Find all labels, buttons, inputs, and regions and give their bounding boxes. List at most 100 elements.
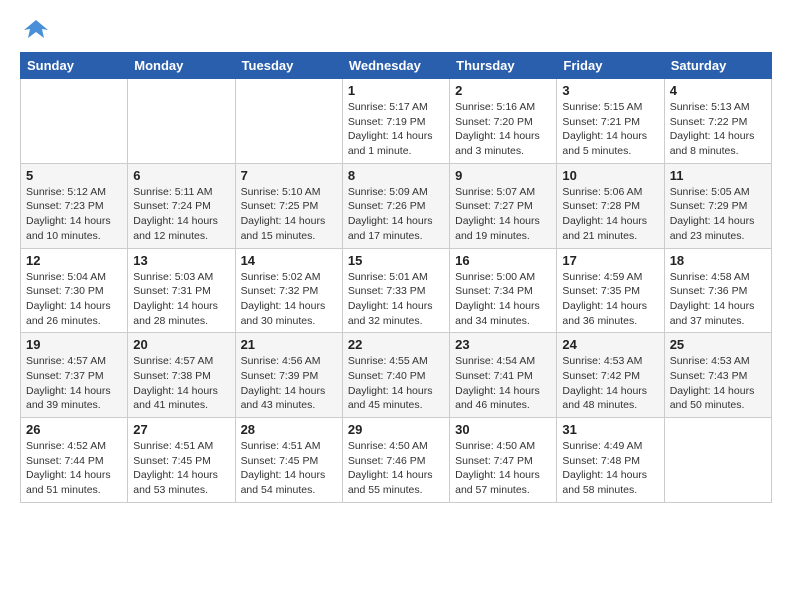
day-number: 22: [348, 337, 444, 352]
calendar-cell: 14Sunrise: 5:02 AMSunset: 7:32 PMDayligh…: [235, 248, 342, 333]
day-info: Sunrise: 4:59 AMSunset: 7:35 PMDaylight:…: [562, 270, 658, 329]
calendar-cell: 16Sunrise: 5:00 AMSunset: 7:34 PMDayligh…: [450, 248, 557, 333]
calendar-week-row: 5 Sunrise: 5:12 AMSunset: 7:23 PMDaylight…: [21, 163, 772, 248]
day-info: Sunrise: 5:16 AMSunset: 7:20 PMDaylight:…: [455, 100, 551, 159]
day-number: 15: [348, 253, 444, 268]
day-info: Sunrise: 5:01 AMSunset: 7:33 PMDaylight:…: [348, 270, 444, 329]
day-info: Sunrise: 4:54 AMSunset: 7:41 PMDaylight:…: [455, 354, 551, 413]
calendar-week-row: 12 Sunrise: 5:04 AMSunset: 7:30 PMDayligh…: [21, 248, 772, 333]
day-number: 10: [562, 168, 658, 183]
day-number: 18: [670, 253, 766, 268]
calendar-header-row: SundayMondayTuesdayWednesdayThursdayFrid…: [21, 53, 772, 79]
calendar-cell: 10 Sunrise: 5:06 AMSunset: 7:28 PMDayligh…: [557, 163, 664, 248]
calendar-cell: 13Sunrise: 5:03 AMSunset: 7:31 PMDayligh…: [128, 248, 235, 333]
calendar-cell: 1Sunrise: 5:17 AMSunset: 7:19 PMDaylight…: [342, 79, 449, 164]
calendar-week-row: 1Sunrise: 5:17 AMSunset: 7:19 PMDaylight…: [21, 79, 772, 164]
day-info: Sunrise: 4:50 AMSunset: 7:46 PMDaylight:…: [348, 439, 444, 498]
calendar-week-row: 19 Sunrise: 4:57 AMSunset: 7:37 PMDayligh…: [21, 333, 772, 418]
day-info: Sunrise: 5:05 AMSunset: 7:29 PMDaylight:…: [670, 185, 766, 244]
day-info: Sunrise: 4:56 AMSunset: 7:39 PMDaylight:…: [241, 354, 337, 413]
day-number: 9: [455, 168, 551, 183]
day-info: Sunrise: 4:57 AMSunset: 7:38 PMDaylight:…: [133, 354, 229, 413]
day-info: Sunrise: 4:51 AMSunset: 7:45 PMDaylight:…: [241, 439, 337, 498]
day-info: Sunrise: 4:51 AMSunset: 7:45 PMDaylight:…: [133, 439, 229, 498]
logo-bird-icon: [22, 16, 50, 44]
day-info: Sunrise: 5:00 AMSunset: 7:34 PMDaylight:…: [455, 270, 551, 329]
day-number: 14: [241, 253, 337, 268]
weekday-header: Monday: [128, 53, 235, 79]
day-number: 21: [241, 337, 337, 352]
day-number: 1: [348, 83, 444, 98]
calendar-cell: 9 Sunrise: 5:07 AMSunset: 7:27 PMDaylight…: [450, 163, 557, 248]
calendar-cell: 15 Sunrise: 5:01 AMSunset: 7:33 PMDayligh…: [342, 248, 449, 333]
calendar-cell: 27 Sunrise: 4:51 AMSunset: 7:45 PMDayligh…: [128, 418, 235, 503]
calendar-cell: 5 Sunrise: 5:12 AMSunset: 7:23 PMDaylight…: [21, 163, 128, 248]
day-info: Sunrise: 4:49 AMSunset: 7:48 PMDaylight:…: [562, 439, 658, 498]
calendar-cell: [235, 79, 342, 164]
day-info: Sunrise: 5:13 AMSunset: 7:22 PMDaylight:…: [670, 100, 766, 159]
calendar-cell: 8 Sunrise: 5:09 AMSunset: 7:26 PMDaylight…: [342, 163, 449, 248]
day-info: Sunrise: 5:07 AMSunset: 7:27 PMDaylight:…: [455, 185, 551, 244]
calendar-cell: 18 Sunrise: 4:58 AMSunset: 7:36 PMDayligh…: [664, 248, 771, 333]
calendar-cell: 19 Sunrise: 4:57 AMSunset: 7:37 PMDayligh…: [21, 333, 128, 418]
day-number: 7: [241, 168, 337, 183]
calendar-cell: 2 Sunrise: 5:16 AMSunset: 7:20 PMDaylight…: [450, 79, 557, 164]
day-info: Sunrise: 4:57 AMSunset: 7:37 PMDaylight:…: [26, 354, 122, 413]
calendar-table: SundayMondayTuesdayWednesdayThursdayFrid…: [20, 52, 772, 503]
page: SundayMondayTuesdayWednesdayThursdayFrid…: [0, 0, 792, 519]
calendar-cell: 7Sunrise: 5:10 AMSunset: 7:25 PMDaylight…: [235, 163, 342, 248]
day-info: Sunrise: 4:58 AMSunset: 7:36 PMDaylight:…: [670, 270, 766, 329]
day-info: Sunrise: 5:11 AMSunset: 7:24 PMDaylight:…: [133, 185, 229, 244]
day-number: 29: [348, 422, 444, 437]
calendar-cell: 12 Sunrise: 5:04 AMSunset: 7:30 PMDayligh…: [21, 248, 128, 333]
day-number: 12: [26, 253, 122, 268]
calendar-cell: 6 Sunrise: 5:11 AMSunset: 7:24 PMDaylight…: [128, 163, 235, 248]
logo: [20, 16, 50, 44]
day-number: 3: [562, 83, 658, 98]
day-number: 31: [562, 422, 658, 437]
calendar-cell: [664, 418, 771, 503]
day-info: Sunrise: 4:50 AMSunset: 7:47 PMDaylight:…: [455, 439, 551, 498]
weekday-header: Thursday: [450, 53, 557, 79]
calendar-cell: [128, 79, 235, 164]
day-number: 6: [133, 168, 229, 183]
weekday-header: Wednesday: [342, 53, 449, 79]
calendar-cell: 29 Sunrise: 4:50 AMSunset: 7:46 PMDayligh…: [342, 418, 449, 503]
weekday-header: Tuesday: [235, 53, 342, 79]
day-number: 2: [455, 83, 551, 98]
day-info: Sunrise: 5:03 AMSunset: 7:31 PMDaylight:…: [133, 270, 229, 329]
calendar-cell: 11 Sunrise: 5:05 AMSunset: 7:29 PMDayligh…: [664, 163, 771, 248]
weekday-header: Sunday: [21, 53, 128, 79]
calendar-cell: 23Sunrise: 4:54 AMSunset: 7:41 PMDayligh…: [450, 333, 557, 418]
calendar-cell: 26Sunrise: 4:52 AMSunset: 7:44 PMDayligh…: [21, 418, 128, 503]
day-info: Sunrise: 4:53 AMSunset: 7:42 PMDaylight:…: [562, 354, 658, 413]
calendar-cell: 3 Sunrise: 5:15 AMSunset: 7:21 PMDaylight…: [557, 79, 664, 164]
calendar-cell: 25 Sunrise: 4:53 AMSunset: 7:43 PMDayligh…: [664, 333, 771, 418]
day-number: 25: [670, 337, 766, 352]
calendar-week-row: 26Sunrise: 4:52 AMSunset: 7:44 PMDayligh…: [21, 418, 772, 503]
day-info: Sunrise: 4:52 AMSunset: 7:44 PMDaylight:…: [26, 439, 122, 498]
calendar-cell: 20Sunrise: 4:57 AMSunset: 7:38 PMDayligh…: [128, 333, 235, 418]
day-number: 17: [562, 253, 658, 268]
day-info: Sunrise: 4:55 AMSunset: 7:40 PMDaylight:…: [348, 354, 444, 413]
day-info: Sunrise: 5:06 AMSunset: 7:28 PMDaylight:…: [562, 185, 658, 244]
calendar-cell: 30 Sunrise: 4:50 AMSunset: 7:47 PMDayligh…: [450, 418, 557, 503]
day-number: 8: [348, 168, 444, 183]
weekday-header: Friday: [557, 53, 664, 79]
day-number: 19: [26, 337, 122, 352]
day-number: 24: [562, 337, 658, 352]
calendar-cell: 21 Sunrise: 4:56 AMSunset: 7:39 PMDayligh…: [235, 333, 342, 418]
day-info: Sunrise: 5:09 AMSunset: 7:26 PMDaylight:…: [348, 185, 444, 244]
day-number: 30: [455, 422, 551, 437]
day-info: Sunrise: 5:04 AMSunset: 7:30 PMDaylight:…: [26, 270, 122, 329]
calendar-cell: 31 Sunrise: 4:49 AMSunset: 7:48 PMDayligh…: [557, 418, 664, 503]
day-number: 11: [670, 168, 766, 183]
calendar-cell: 4Sunrise: 5:13 AMSunset: 7:22 PMDaylight…: [664, 79, 771, 164]
day-info: Sunrise: 4:53 AMSunset: 7:43 PMDaylight:…: [670, 354, 766, 413]
day-number: 28: [241, 422, 337, 437]
day-info: Sunrise: 5:12 AMSunset: 7:23 PMDaylight:…: [26, 185, 122, 244]
day-number: 27: [133, 422, 229, 437]
day-info: Sunrise: 5:15 AMSunset: 7:21 PMDaylight:…: [562, 100, 658, 159]
header: [20, 16, 772, 44]
day-number: 5: [26, 168, 122, 183]
